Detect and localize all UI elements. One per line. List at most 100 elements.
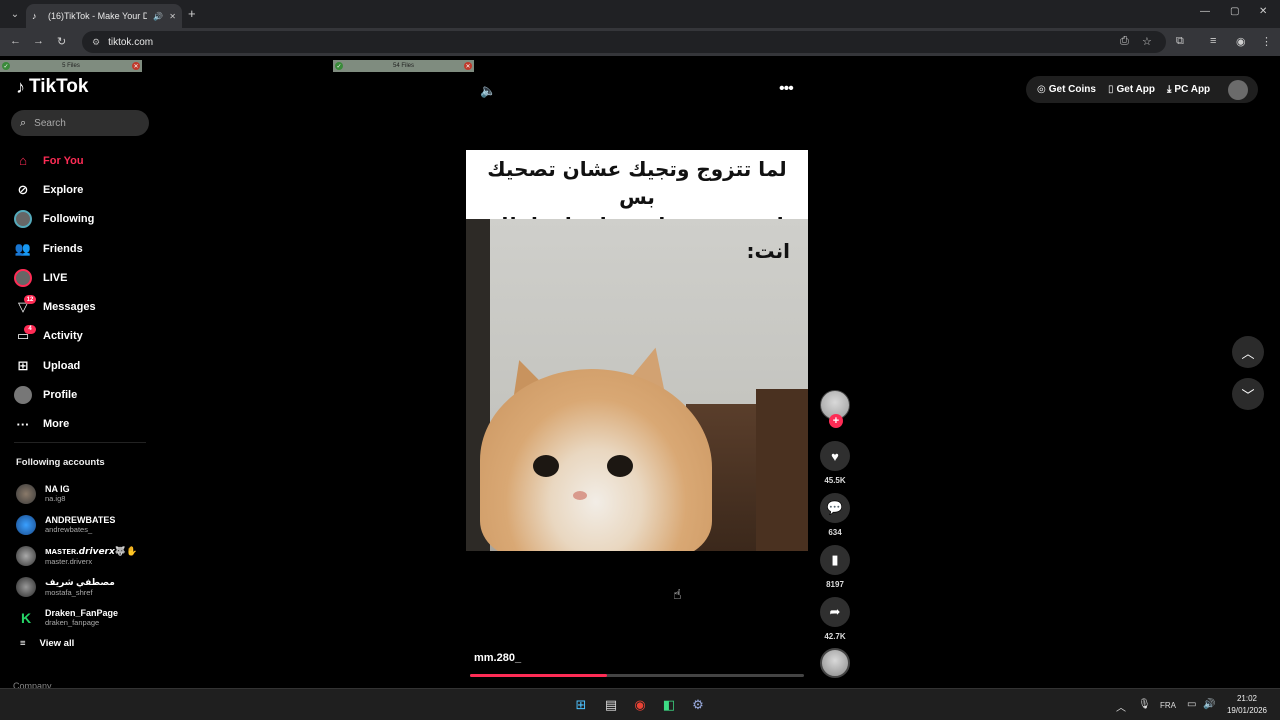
sidebar-nav: ⌂ For You ⊘ Explore Following 👥 Friends …	[14, 146, 154, 439]
sound-disc-avatar[interactable]	[820, 648, 850, 678]
url-text: tiktok.com	[108, 36, 154, 48]
chrome-icon[interactable]: ◉	[632, 697, 648, 713]
video-author[interactable]: mm.280_	[474, 652, 521, 664]
share-button[interactable]: ➦	[820, 597, 850, 627]
next-video-button[interactable]: ﹀	[1232, 378, 1264, 410]
list-item[interactable]: K Draken_FanPage draken_fanpage	[16, 602, 156, 633]
extension-bar-2[interactable]: ✓ 54 Files ✕	[333, 60, 474, 72]
like-count: 45.5K	[824, 476, 846, 485]
previous-video-button[interactable]: ︿	[1232, 336, 1264, 368]
extension-bar-2-label: 54 Files	[392, 63, 414, 69]
app-icon[interactable]: ◧	[661, 697, 677, 713]
extension-logo-icon: ✓	[2, 62, 10, 70]
maximize-icon[interactable]: ▢	[1230, 6, 1239, 17]
sidebar-item-messages[interactable]: ▽ 12 Messages	[14, 292, 154, 321]
extensions-icon[interactable]: ⧉	[1176, 35, 1184, 48]
sidebar-item-live[interactable]: LIVE	[14, 263, 154, 292]
reload-icon[interactable]: ↻	[57, 35, 66, 48]
reading-list-icon[interactable]: ≡	[1210, 35, 1216, 47]
tiktok-favicon-icon: ♪	[32, 11, 37, 21]
account-handle: na.ig8	[45, 494, 66, 503]
menu-icon[interactable]: ⋮	[1261, 35, 1272, 48]
sidebar-item-label: Messages	[43, 301, 96, 314]
volume-icon[interactable]: 🔈	[480, 83, 496, 99]
sidebar-item-label: Following	[43, 213, 95, 226]
back-icon[interactable]: ←	[10, 35, 21, 47]
bookmark-icon: ▮	[831, 552, 839, 567]
speaker-icon[interactable]: 🔊	[1203, 699, 1215, 710]
microphone-icon[interactable]: 🎙	[1138, 699, 1151, 710]
download-icon: ⤓	[1167, 84, 1172, 95]
search-input[interactable]	[34, 117, 135, 129]
list-item[interactable]: مصطفي شريف mostafa_shref	[16, 571, 156, 602]
view-all-label: View all	[39, 638, 75, 649]
steam-icon[interactable]: ⚙	[690, 697, 706, 713]
network-icon[interactable]: ▭	[1187, 699, 1196, 710]
view-all-button[interactable]: ≡ View all	[20, 638, 74, 649]
get-coins-label: Get Coins	[1048, 84, 1096, 95]
user-avatar[interactable]	[1228, 79, 1249, 100]
chevron-down-icon: ﹀	[1241, 387, 1255, 403]
profile-icon[interactable]: ◉	[1236, 35, 1246, 48]
browser-toolbar: ← → ↻ ⚙ tiktok.com ⎙ ☆ ⧉ ≡ ◉ ⋮	[0, 28, 1280, 56]
clock-time: 21:02	[1236, 694, 1258, 703]
upload-plus-icon: ⊞	[17, 357, 29, 373]
video-overlay-text: انت:	[746, 239, 790, 263]
sidebar-item-more[interactable]: ··· More	[14, 410, 154, 439]
close-tab-icon[interactable]: ✕	[169, 12, 176, 21]
video-progress-bar[interactable]	[470, 674, 804, 677]
close-icon[interactable]: ✕	[132, 62, 140, 70]
site-info-icon[interactable]: ⚙	[92, 37, 100, 48]
account-handle: master.driverx	[45, 556, 93, 566]
close-window-icon[interactable]: ✕	[1259, 6, 1267, 17]
sidebar-item-label: LIVE	[43, 271, 68, 284]
address-bar[interactable]: ⚙ tiktok.com	[82, 31, 1166, 53]
new-tab-button[interactable]: +	[188, 6, 196, 21]
install-app-icon[interactable]: ⎙	[1120, 35, 1129, 48]
tray-chevron-icon[interactable]: ︿	[1116, 699, 1126, 714]
sidebar-item-label: Profile	[43, 389, 78, 402]
tiktok-logo[interactable]: ♪ TikTok	[16, 76, 88, 98]
tab-search-icon[interactable]: ⌄	[6, 5, 24, 23]
messages-badge: 12	[24, 295, 36, 305]
sidebar-item-activity[interactable]: ▭ 4 Activity	[14, 322, 154, 351]
sidebar-item-profile[interactable]: Profile	[14, 380, 154, 409]
cat-eye-right	[607, 455, 633, 477]
share-count: 42.7K	[824, 632, 846, 641]
follow-plus-icon[interactable]: +	[829, 414, 843, 428]
browser-tab[interactable]: ♪ (16)TikTok - Make Your Day 🔊 ✕	[26, 4, 182, 28]
get-app-button[interactable]: ▯ Get App	[1108, 84, 1155, 95]
search-box[interactable]: ⌕	[11, 110, 149, 136]
list-item[interactable]: ANDREWBATES andrewbates_	[16, 509, 156, 540]
sidebar-item-following[interactable]: Following	[14, 205, 154, 234]
following-avatar-icon	[14, 210, 32, 229]
extension-bar-1-label: 5 Files	[62, 63, 80, 69]
sidebar-item-for-you[interactable]: ⌂ For You	[14, 146, 154, 175]
file-explorer-icon[interactable]: ▤	[603, 697, 619, 713]
comment-button[interactable]: 💬	[820, 493, 850, 523]
sidebar-item-upload[interactable]: ⊞ Upload	[14, 351, 154, 380]
coin-icon: ◎	[1037, 84, 1046, 95]
list-item[interactable]: NA IG na.ig8	[16, 478, 156, 509]
audio-playing-icon[interactable]: 🔊	[153, 12, 163, 21]
like-button[interactable]: ♥	[820, 441, 850, 471]
save-button[interactable]: ▮	[820, 545, 850, 575]
more-options-icon[interactable]: •••	[779, 80, 794, 98]
language-indicator[interactable]: FRA	[1160, 701, 1176, 710]
get-coins-button[interactable]: ◎ Get Coins	[1037, 84, 1096, 95]
close-icon[interactable]: ✕	[464, 62, 472, 70]
extension-bar-1[interactable]: ✓ 5 Files ✕	[0, 60, 142, 72]
pc-app-button[interactable]: ⤓ PC App	[1167, 84, 1210, 95]
browser-tab-strip: ⌄ ♪ (16)TikTok - Make Your Day 🔊 ✕ + — ▢…	[0, 0, 1280, 28]
video-player[interactable]: لما تتزوج وتجيك عشان تصحيك بس انت متعود …	[466, 150, 808, 551]
list-item[interactable]: ᴍᴀsᴛᴇʀ.𝙙𝙧𝙞𝙫𝙚𝙧𝙭🐺✋ master.driverx	[16, 540, 156, 571]
account-name: ANDREWBATES	[45, 515, 116, 525]
sidebar-item-friends[interactable]: 👥 Friends	[14, 234, 154, 263]
comment-icon: 💬	[826, 500, 844, 515]
system-clock[interactable]: 21:02 19/01/2026	[1222, 693, 1272, 717]
forward-icon[interactable]: →	[33, 35, 44, 47]
windows-start-icon[interactable]: ⊞	[573, 697, 589, 713]
sidebar-item-explore[interactable]: ⊘ Explore	[14, 175, 154, 204]
bookmark-star-icon[interactable]: ☆	[1142, 35, 1152, 48]
minimize-icon[interactable]: —	[1200, 6, 1210, 17]
